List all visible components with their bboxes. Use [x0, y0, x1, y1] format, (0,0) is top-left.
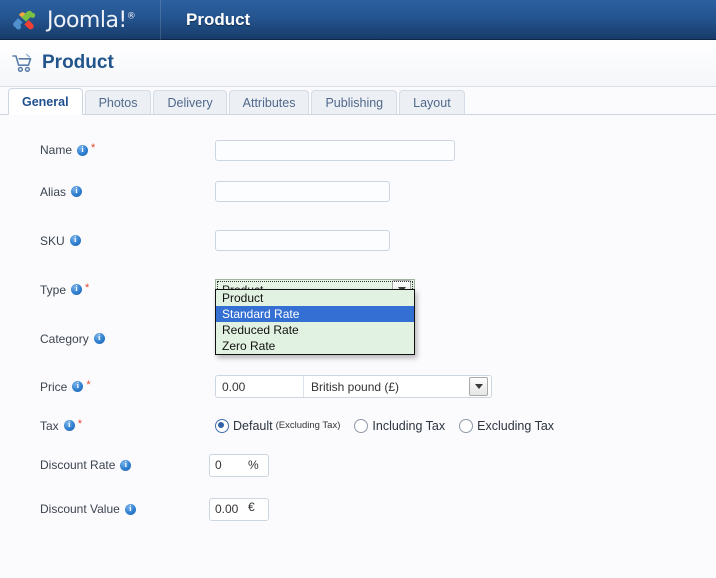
field-row-sku: SKU	[0, 216, 716, 265]
header-title: Product	[186, 10, 251, 29]
required-marker: *	[91, 142, 96, 154]
label-price: Price *	[40, 378, 215, 394]
required-marker: *	[86, 378, 91, 391]
tab-delivery[interactable]: Delivery	[153, 90, 227, 115]
dropdown-option-zero-rate[interactable]: Zero Rate	[216, 338, 414, 354]
header-divider	[160, 0, 161, 40]
required-marker: *	[85, 281, 90, 294]
name-input[interactable]	[215, 139, 455, 161]
tab-general[interactable]: General	[8, 88, 83, 115]
currency-select-value: British pound (£)	[311, 379, 400, 394]
tab-bar-underline	[0, 114, 716, 115]
percent-unit: %	[248, 458, 259, 472]
info-icon[interactable]	[93, 332, 105, 344]
general-tab-panel: Name * Alias SKU Type * Product	[0, 115, 716, 555]
joomla-logo-icon	[12, 6, 40, 34]
label-alias: Alias	[40, 185, 215, 199]
info-icon[interactable]	[120, 459, 132, 471]
top-header-bar: Joomla!® Product	[0, 0, 716, 40]
info-icon[interactable]	[63, 419, 75, 431]
chevron-down-icon[interactable]	[469, 377, 488, 396]
tab-bar: General Photos Delivery Attributes Publi…	[0, 87, 716, 115]
price-field-group: British pound (£)	[215, 375, 492, 398]
info-icon[interactable]	[77, 144, 89, 156]
discount-value-group: €	[209, 497, 269, 521]
tax-radio-group: Default (Excluding Tax) Including Tax Ex…	[215, 418, 568, 433]
info-icon[interactable]	[124, 503, 136, 515]
label-name: Name *	[40, 142, 215, 158]
euro-unit: €	[248, 499, 255, 514]
label-discount-rate: Discount Rate	[40, 458, 215, 472]
info-icon[interactable]	[71, 283, 83, 295]
field-row-discount-value: Discount Value €	[0, 489, 716, 529]
label-category: Category	[40, 332, 215, 346]
tab-attributes[interactable]: Attributes	[228, 90, 310, 115]
brand-name: Joomla!®	[47, 7, 136, 33]
field-row-name: Name *	[0, 133, 716, 167]
tab-publishing[interactable]: Publishing	[311, 90, 398, 115]
tab-photos[interactable]: Photos	[84, 90, 152, 115]
label-type: Type *	[40, 281, 215, 297]
tax-radio-including[interactable]: Including Tax	[354, 418, 445, 433]
tax-radio-excluding[interactable]: Excluding Tax	[459, 418, 554, 433]
sku-input[interactable]	[215, 230, 390, 251]
discount-rate-input[interactable]	[210, 458, 248, 472]
discount-value-input[interactable]	[210, 502, 248, 516]
info-icon[interactable]	[72, 380, 84, 392]
radio-icon	[459, 418, 474, 433]
page-header: Product	[0, 40, 716, 87]
shopping-cart-icon	[12, 53, 34, 73]
dropdown-option-product[interactable]: Product	[216, 290, 414, 306]
field-row-tax: Tax * Default (Excluding Tax) Including …	[0, 410, 716, 441]
label-discount-value: Discount Value	[40, 502, 215, 516]
tax-radio-default[interactable]: Default (Excluding Tax)	[215, 418, 340, 433]
field-row-price: Price * British pound (£)	[0, 363, 716, 410]
field-row-discount-rate: Discount Rate %	[0, 441, 716, 489]
radio-icon	[354, 418, 369, 433]
alias-input[interactable]	[215, 181, 390, 202]
dropdown-option-standard-rate[interactable]: Standard Rate	[216, 306, 414, 322]
tab-layout[interactable]: Layout	[399, 90, 465, 115]
label-tax: Tax *	[40, 417, 215, 433]
info-icon[interactable]	[71, 185, 83, 197]
radio-icon	[215, 418, 229, 433]
brand-logo[interactable]: Joomla!®	[0, 6, 160, 34]
type-dropdown-list[interactable]: Product Standard Rate Reduced Rate Zero …	[215, 289, 415, 355]
required-marker: *	[77, 417, 82, 430]
info-icon[interactable]	[69, 234, 81, 246]
currency-select[interactable]: British pound (£)	[304, 376, 491, 397]
price-input[interactable]	[216, 376, 304, 397]
discount-rate-group: %	[209, 453, 269, 477]
page-title: Product	[42, 52, 114, 73]
dropdown-option-reduced-rate[interactable]: Reduced Rate	[216, 322, 414, 338]
field-row-alias: Alias	[0, 167, 716, 216]
label-sku: SKU	[40, 234, 215, 248]
